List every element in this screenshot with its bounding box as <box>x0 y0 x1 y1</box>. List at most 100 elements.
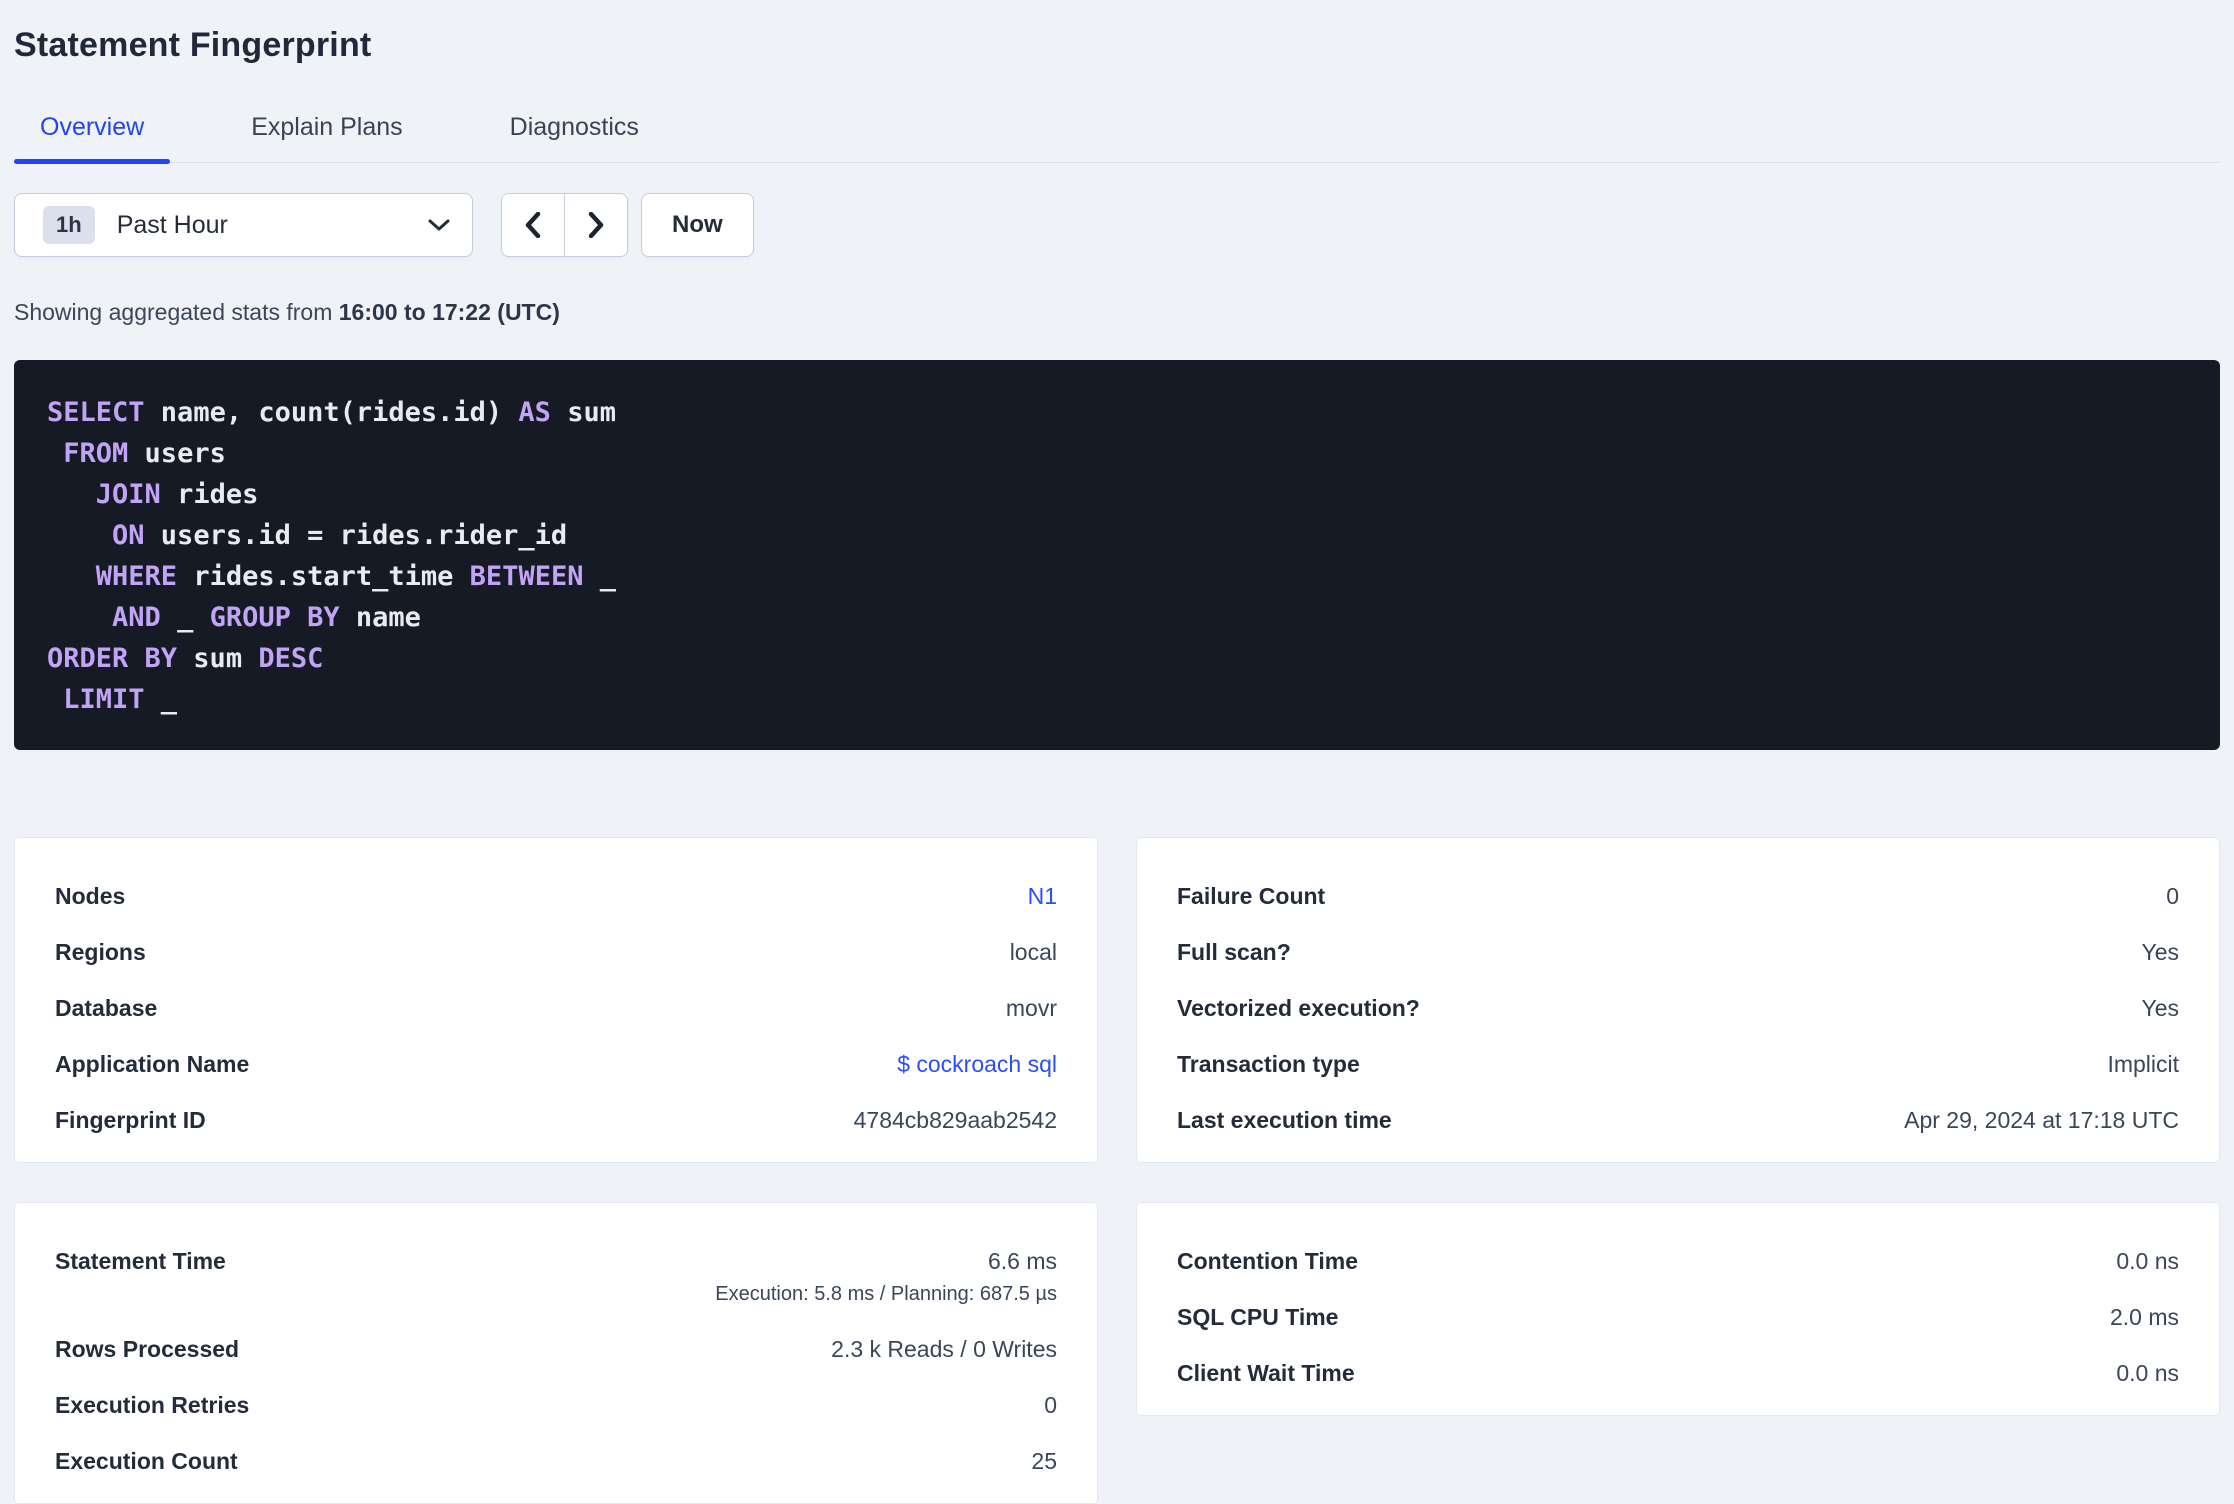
sql-line: LIMIT _ <box>47 679 2187 720</box>
stat-row-transaction-type: Transaction type Implicit <box>1177 1036 2179 1092</box>
chevron-left-icon <box>525 212 541 238</box>
stat-row-application-name: Application Name $ cockroach sql <box>55 1036 1057 1092</box>
transaction-type-value-wrap: Implicit <box>2107 1050 2179 1078</box>
wait-times-card: Contention Time 0.0 ns SQL CPU Time 2.0 ms C… <box>1136 1202 2220 1416</box>
sql-keyword: WHERE <box>95 561 178 592</box>
regions-value-wrap: local <box>1010 938 1057 966</box>
regions-label: Regions <box>55 939 146 965</box>
sql-text: users <box>128 438 226 469</box>
sql-keyword: AND <box>112 602 161 633</box>
sql-text: _ <box>160 602 210 633</box>
sql-cpu-time-value: 2.0 ms <box>2109 1304 2179 1330</box>
statement-time-value-wrap: 6.6 ms Execution: 5.8 ms / Planning: 687.… <box>715 1247 1057 1307</box>
stat-row-execution-count: Execution Count 25 <box>55 1433 1057 1489</box>
sql-text: sum <box>177 643 259 674</box>
execution-count-value-wrap: 25 <box>1031 1447 1057 1475</box>
time-interval-dropdown[interactable]: 1h Past Hour <box>14 193 473 257</box>
time-range-summary: Showing aggregated stats from 16:00 to 1… <box>14 299 2220 326</box>
stat-row-last-execution-time: Last execution time Apr 29, 2024 at 17:18… <box>1177 1092 2179 1148</box>
stat-row-regions: Regions local <box>55 924 1057 980</box>
statement-details-card: Nodes N1 Regions local Database movr Applicati… <box>14 837 1098 1163</box>
stat-row-full-scan: Full scan? Yes <box>1177 924 2179 980</box>
fingerprint-id-value: 4784cb829aab2542 <box>853 1107 1057 1133</box>
stat-row-client-wait-time: Client Wait Time 0.0 ns <box>1177 1345 2179 1401</box>
transaction-type-value: Implicit <box>2107 1051 2179 1077</box>
stat-row-statement-time: Statement Time 6.6 ms Execution: 5.8 ms / … <box>55 1233 1057 1321</box>
sql-keyword: ON <box>112 520 145 551</box>
client-wait-time-value: 0.0 ns <box>2116 1360 2179 1386</box>
sql-line: SELECT name, count(rides.id) AS sum <box>47 392 2187 433</box>
tab-explain-plans[interactable]: Explain Plans <box>225 101 428 162</box>
client-wait-time-label: Client Wait Time <box>1177 1360 1355 1386</box>
now-button[interactable]: Now <box>641 193 754 257</box>
stat-row-sql-cpu-time: SQL CPU Time 2.0 ms <box>1177 1289 2179 1345</box>
execution-count-value: 25 <box>1031 1448 1057 1474</box>
statement-time-subvalue: Execution: 5.8 ms / Planning: 687.5 µs <box>715 1283 1057 1305</box>
sql-line: WHERE rides.start_time BETWEEN _ <box>47 556 2187 597</box>
sql-keyword: SELECT <box>47 397 145 428</box>
execution-count-label: Execution Count <box>55 1448 238 1474</box>
execution-retries-label: Execution Retries <box>55 1392 250 1418</box>
fingerprint-id-label: Fingerprint ID <box>55 1107 206 1133</box>
tab-bar: Overview Explain Plans Diagnostics <box>14 101 2220 164</box>
full-scan-label: Full scan? <box>1177 939 1291 965</box>
sql-statement-box: SELECT name, count(rides.id) AS sum FROM… <box>14 360 2220 750</box>
full-scan-value-wrap: Yes <box>2141 938 2179 966</box>
sql-line: ORDER BY sum DESC <box>47 638 2187 679</box>
failure-count-value-wrap: 0 <box>2166 882 2179 910</box>
sql-text: rides <box>160 479 259 510</box>
time-range-summary-range: 16:00 to 17:22 (UTC) <box>338 299 560 325</box>
time-controls: 1h Past Hour Now <box>14 193 2220 257</box>
stats-cards-grid: Nodes N1 Regions local Database movr Applicati… <box>14 837 2220 1504</box>
rows-processed-value: 2.3 k Reads / 0 Writes <box>831 1336 1057 1362</box>
regions-value: local <box>1009 939 1057 965</box>
chevron-right-icon <box>588 212 604 238</box>
sql-text: name <box>339 602 421 633</box>
sql-text: _ <box>583 561 616 592</box>
full-scan-value: Yes <box>2141 939 2179 965</box>
sql-text: sum <box>550 397 616 428</box>
execution-retries-value: 0 <box>1044 1392 1057 1418</box>
stat-row-rows-processed: Rows Processed 2.3 k Reads / 0 Writes <box>55 1321 1057 1377</box>
chevron-down-icon <box>428 218 450 232</box>
failure-count-label: Failure Count <box>1177 883 1326 909</box>
time-interval-label: Past Hour <box>116 210 228 239</box>
application-name-label: Application Name <box>55 1051 250 1077</box>
last-execution-time-label: Last execution time <box>1177 1107 1392 1133</box>
statement-time-label: Statement Time <box>55 1248 226 1274</box>
vectorized-execution-value: Yes <box>2141 995 2179 1021</box>
database-value-wrap: movr <box>1006 994 1057 1022</box>
sql-line: FROM users <box>47 433 2187 474</box>
rows-processed-label: Rows Processed <box>55 1336 240 1362</box>
database-value: movr <box>1005 995 1057 1021</box>
last-execution-time-value: Apr 29, 2024 at 17:18 UTC <box>1904 1107 2179 1133</box>
application-name-link[interactable]: $ cockroach sql <box>897 1050 1057 1078</box>
nodes-link[interactable]: N1 <box>1028 882 1057 910</box>
execution-attributes-card: Failure Count 0 Full scan? Yes Vectorized ex… <box>1136 837 2220 1163</box>
page-title: Statement Fingerprint <box>14 26 372 64</box>
stat-row-database: Database movr <box>55 980 1057 1036</box>
sql-text: rides.start_time <box>177 561 470 592</box>
rows-processed-value-wrap: 2.3 k Reads / 0 Writes <box>831 1335 1057 1363</box>
stat-row-contention-time: Contention Time 0.0 ns <box>1177 1233 2179 1289</box>
contention-time-value: 0.0 ns <box>2116 1248 2179 1274</box>
sql-keyword: DESC <box>258 643 324 674</box>
statement-fingerprint-page: Statement Fingerprint Overview Explain P… <box>0 0 2234 1504</box>
sql-keyword: BETWEEN <box>469 561 584 592</box>
sql-text: name, count(rides.id) <box>144 397 519 428</box>
tab-diagnostics[interactable]: Diagnostics <box>484 101 665 162</box>
execution-retries-value-wrap: 0 <box>1044 1391 1057 1419</box>
next-time-button[interactable] <box>564 194 627 256</box>
sql-keyword: JOIN <box>95 479 161 510</box>
tab-overview[interactable]: Overview <box>14 101 171 164</box>
stat-row-nodes: Nodes N1 <box>55 868 1057 924</box>
previous-time-button[interactable] <box>502 194 564 256</box>
sql-cpu-time-value-wrap: 2.0 ms <box>2110 1303 2179 1331</box>
stat-row-failure-count: Failure Count 0 <box>1177 868 2179 924</box>
stat-row-vectorized-execution: Vectorized execution? Yes <box>1177 980 2179 1036</box>
nodes-value-wrap: N1 <box>1028 882 1057 910</box>
